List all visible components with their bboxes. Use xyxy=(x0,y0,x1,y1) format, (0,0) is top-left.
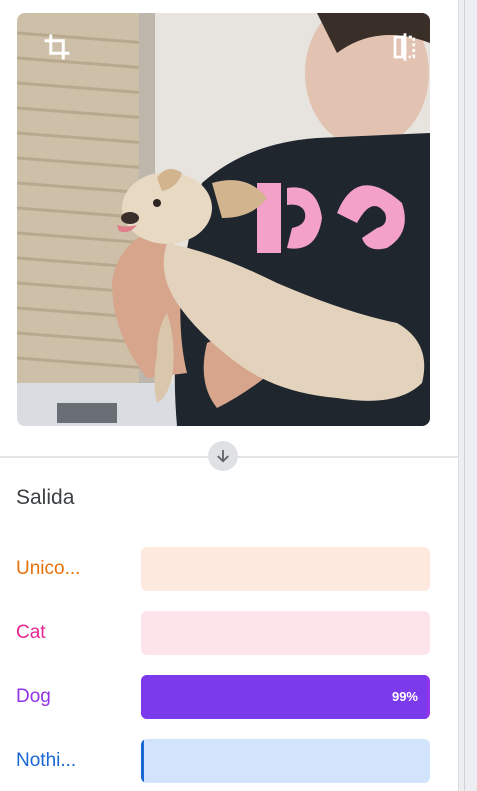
class-row: Cat xyxy=(0,611,458,655)
confidence-bar: 99% xyxy=(141,675,430,719)
confidence-bar xyxy=(141,547,430,591)
webcam-preview xyxy=(17,13,430,426)
class-label: Cat xyxy=(16,622,46,643)
confidence-bar xyxy=(141,611,430,655)
class-label: Unico... xyxy=(16,558,81,579)
right-gutter xyxy=(459,0,477,791)
arrow-down-badge xyxy=(208,441,238,471)
class-label: Dog xyxy=(16,686,51,707)
class-row: Nothi... xyxy=(0,739,458,783)
flip-icon xyxy=(393,33,416,61)
flip-button[interactable] xyxy=(385,27,425,67)
crop-icon xyxy=(44,34,70,60)
output-panel: Salida Unico... Cat Dog 99% Nothi... xyxy=(0,0,459,791)
confidence-fill xyxy=(141,739,144,783)
webcam-image xyxy=(17,13,430,426)
confidence-percent: 99% xyxy=(391,689,418,704)
class-label: Nothi... xyxy=(16,750,77,771)
arrow-down-icon xyxy=(217,450,229,463)
output-title: Salida xyxy=(16,486,75,509)
confidence-bar xyxy=(141,739,430,783)
confidence-fill xyxy=(141,675,427,719)
class-row: Dog 99% xyxy=(0,675,458,719)
gutter-line xyxy=(464,0,465,791)
class-row: Unico... xyxy=(0,547,458,591)
crop-button[interactable] xyxy=(37,27,77,67)
